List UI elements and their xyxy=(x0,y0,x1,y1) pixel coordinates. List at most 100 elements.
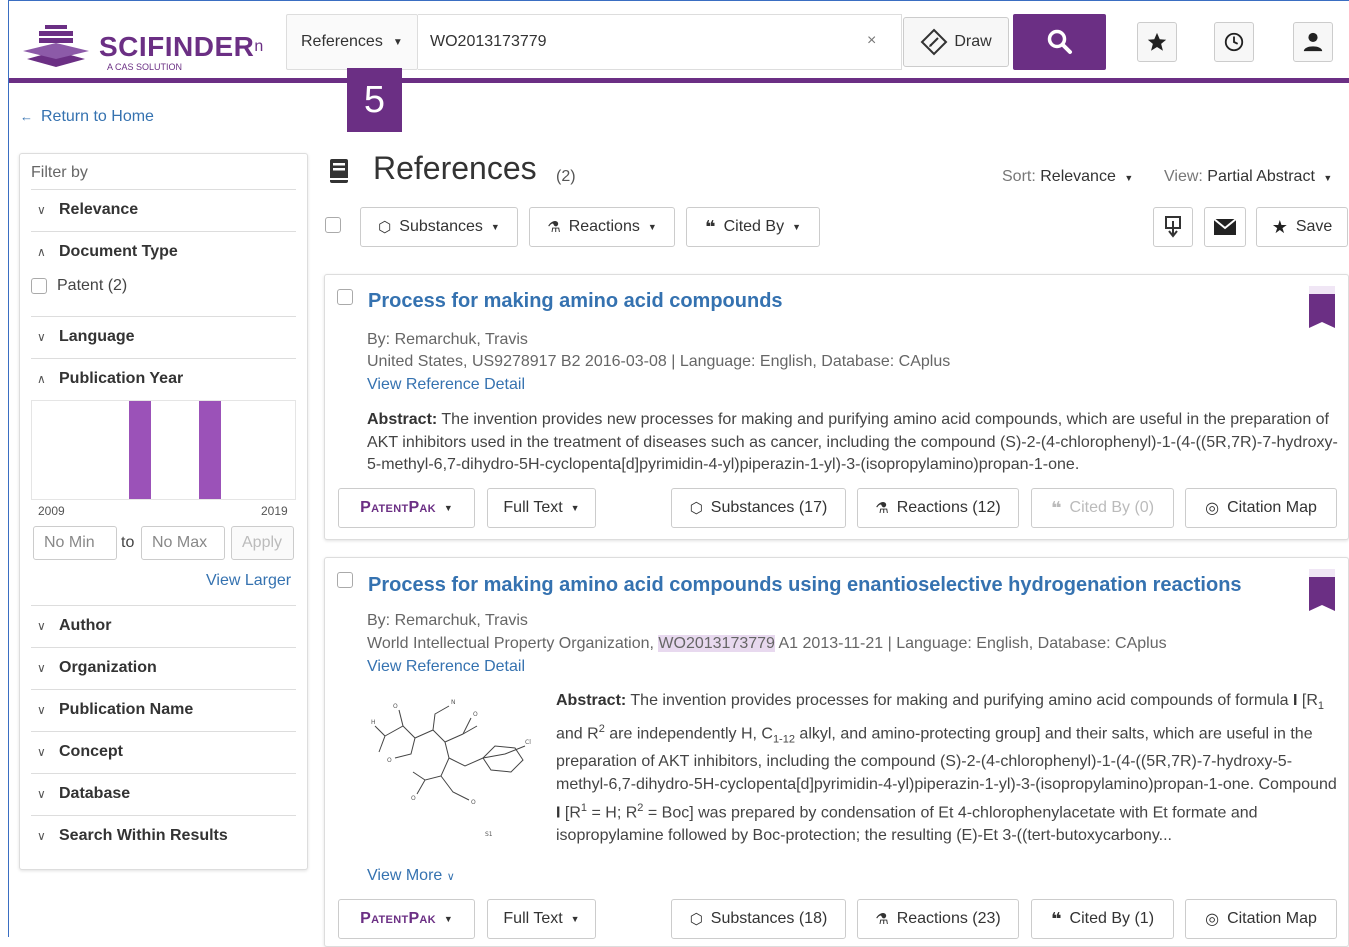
save-label: Save xyxy=(1295,218,1333,235)
result-substances-button[interactable]: ⬡ Substances (17) xyxy=(671,488,846,528)
view-value: Partial Abstract xyxy=(1207,168,1315,185)
result-abstract: Abstract: The invention provides process… xyxy=(556,690,1341,847)
result-cited-by-label: Cited By (0) xyxy=(1069,499,1155,516)
filter-search-within[interactable]: ∨ Search Within Results xyxy=(31,815,296,856)
result-substances-button[interactable]: ⬡ Substances (18) xyxy=(671,899,846,939)
result-abstract: Abstract: The invention provides new pro… xyxy=(367,409,1342,477)
header-divider xyxy=(9,78,1349,83)
cited-by-button[interactable]: ❝ Cited By ▼ xyxy=(686,207,820,247)
abstract-text: alkyl, and amino-protecting group] and t… xyxy=(799,725,1195,743)
full-text-button[interactable]: Full Text ▼ xyxy=(487,488,596,528)
filter-relevance-label: Relevance xyxy=(59,201,139,218)
view-larger-link[interactable]: View Larger xyxy=(206,572,291,590)
draw-button[interactable]: Draw xyxy=(903,17,1009,67)
chevron-down-icon: ∨ xyxy=(37,661,46,675)
view-more-link[interactable]: View More ∨ xyxy=(367,867,455,885)
substances-button[interactable]: ⬡ Substances ▼ xyxy=(360,207,518,247)
filter-author-label: Author xyxy=(59,617,112,634)
patentpak-button[interactable]: PatentPak ▼ xyxy=(338,488,475,528)
user-icon xyxy=(1303,32,1323,52)
chevron-up-icon: ∧ xyxy=(37,245,46,259)
result-cited-by-button[interactable]: ❝ Cited By (0) xyxy=(1031,488,1174,528)
result-reactions-button[interactable]: ⚗ Reactions (23) xyxy=(857,899,1019,939)
view-dropdown[interactable]: View: Partial Abstract ▼ xyxy=(1164,168,1332,186)
filter-publication-name[interactable]: ∨ Publication Name xyxy=(31,689,296,730)
caret-down-icon: ▼ xyxy=(443,914,453,924)
search-input[interactable]: WO2013173779 xyxy=(418,14,902,70)
reactions-label: Reactions xyxy=(568,218,640,235)
citation-map-label: Citation Map xyxy=(1227,910,1317,927)
filter-relevance[interactable]: ∨ Relevance xyxy=(31,189,296,230)
result-title-link[interactable]: Process for making amino acid compounds xyxy=(368,290,783,313)
return-to-home-link[interactable]: ← Return to Home xyxy=(20,108,154,126)
result-checkbox[interactable] xyxy=(337,289,353,305)
view-reference-detail-link[interactable]: View Reference Detail xyxy=(367,658,525,676)
substance-icon: ⬡ xyxy=(689,500,703,517)
result-source: World Intellectual Property Organization… xyxy=(367,635,1167,653)
filter-publication-year[interactable]: ∧ Publication Year xyxy=(31,358,296,399)
account-button[interactable] xyxy=(1293,22,1333,62)
clear-search-icon[interactable]: × xyxy=(867,32,876,50)
download-button[interactable] xyxy=(1153,207,1193,247)
filter-database[interactable]: ∨ Database xyxy=(31,773,296,814)
apply-button[interactable]: Apply xyxy=(231,526,294,560)
subscript: 1 xyxy=(1317,700,1325,713)
year-min-input[interactable]: No Min xyxy=(33,526,117,560)
year-end-label: 2019 xyxy=(261,504,288,518)
publication-year-histogram[interactable] xyxy=(31,400,296,500)
patentpak-button[interactable]: PatentPak ▼ xyxy=(338,899,475,939)
svg-text:O: O xyxy=(473,711,478,718)
year-start-label: 2009 xyxy=(38,504,65,518)
search-button[interactable] xyxy=(1013,14,1106,70)
full-text-button[interactable]: Full Text ▼ xyxy=(487,899,596,939)
svg-text:O: O xyxy=(471,799,476,806)
citation-map-button[interactable]: ◎ Citation Map xyxy=(1185,899,1337,939)
search-type-dropdown[interactable]: References ▼ xyxy=(286,14,418,70)
substances-label: Substances xyxy=(399,218,483,235)
histogram-bar[interactable] xyxy=(129,401,151,499)
select-all-checkbox[interactable] xyxy=(325,217,341,233)
chemical-structure-image[interactable]: O N O H O Cl O O S1 xyxy=(365,696,545,856)
filter-document-type[interactable]: ∧ Document Type xyxy=(31,231,296,272)
result-substances-label: Substances (18) xyxy=(710,910,828,927)
result-checkbox[interactable] xyxy=(337,572,353,588)
result-authors: By: Remarchuk, Travis xyxy=(367,612,528,629)
result-title-link[interactable]: Process for making amino acid compounds … xyxy=(368,574,1242,597)
result-reactions-button[interactable]: ⚗ Reactions (12) xyxy=(857,488,1019,528)
svg-text:N: N xyxy=(451,699,456,706)
year-max-placeholder: No Max xyxy=(152,534,208,551)
abstract-label: Abstract: xyxy=(556,692,627,709)
scifinder-logo[interactable]: SCIFINDERn A CAS SOLUTION xyxy=(19,20,279,74)
sort-value: Relevance xyxy=(1040,168,1116,185)
filter-document-type-label: Document Type xyxy=(59,243,178,260)
sort-label: Sort: xyxy=(1002,168,1036,185)
filter-organization[interactable]: ∨ Organization xyxy=(31,647,296,688)
citation-map-button[interactable]: ◎ Citation Map xyxy=(1185,488,1337,528)
superscript: 1 xyxy=(580,801,588,814)
email-button[interactable] xyxy=(1204,207,1246,247)
sort-dropdown[interactable]: Sort: Relevance ▼ xyxy=(1002,168,1133,186)
patent-filter-option[interactable]: Patent (2) xyxy=(31,277,127,295)
compound-label: I xyxy=(1292,692,1298,709)
history-button[interactable] xyxy=(1214,22,1254,62)
filter-author[interactable]: ∨ Author xyxy=(31,605,296,646)
filter-language[interactable]: ∨ Language xyxy=(31,316,296,357)
result-cited-by-button[interactable]: ❝ Cited By (1) xyxy=(1031,899,1174,939)
year-max-input[interactable]: No Max xyxy=(141,526,225,560)
favorites-button[interactable] xyxy=(1137,22,1177,62)
apply-label: Apply xyxy=(242,534,283,551)
reactions-button[interactable]: ⚗ Reactions ▼ xyxy=(529,207,675,247)
save-button[interactable]: ★ Save xyxy=(1256,207,1348,247)
caret-down-icon: ▼ xyxy=(392,36,403,48)
view-reference-detail-link[interactable]: View Reference Detail xyxy=(367,376,525,394)
filter-publication-name-label: Publication Name xyxy=(59,701,194,718)
compass-icon: ◎ xyxy=(1205,911,1220,928)
patent-flag-icon xyxy=(1309,569,1335,611)
svg-text:Cl: Cl xyxy=(525,739,531,746)
patent-checkbox[interactable] xyxy=(31,278,47,294)
star-icon xyxy=(1147,32,1167,51)
histogram-bar[interactable] xyxy=(199,401,221,499)
filter-database-label: Database xyxy=(59,785,131,802)
page-title: References xyxy=(373,150,537,186)
filter-concept[interactable]: ∨ Concept xyxy=(31,731,296,772)
